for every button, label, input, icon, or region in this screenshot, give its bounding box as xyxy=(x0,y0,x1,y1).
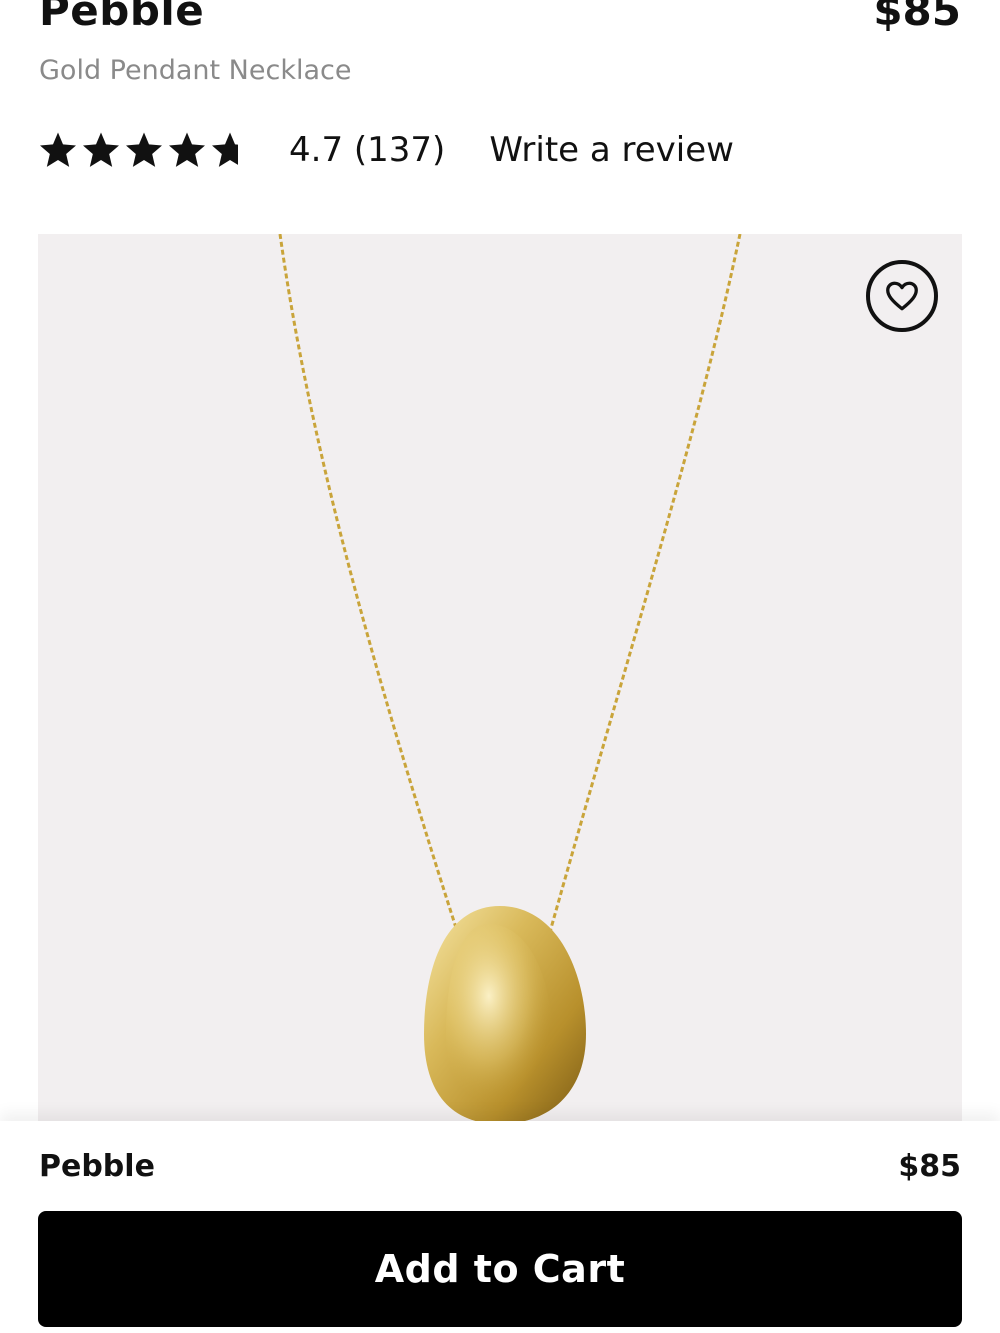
star-icon xyxy=(83,132,119,167)
pendant-necklace-image xyxy=(278,234,742,1124)
sticky-product-name: Pebble xyxy=(39,1149,155,1184)
star-icon xyxy=(169,132,205,167)
product-subtitle: Gold Pendant Necklace xyxy=(39,55,352,86)
star-icon xyxy=(212,132,238,167)
product-image[interactable] xyxy=(38,234,962,1134)
write-review-link[interactable]: Write a review xyxy=(489,130,734,170)
sticky-cart-bar: Pebble $85 Add to Cart xyxy=(0,1121,1000,1333)
product-title: Pebble xyxy=(39,0,205,35)
rating-summary[interactable]: 4.7 (137) xyxy=(289,130,445,170)
chain-right xyxy=(546,234,742,940)
star-icon xyxy=(126,132,162,167)
heart-icon xyxy=(886,281,918,311)
sticky-product-price: $85 xyxy=(898,1149,961,1184)
chain-left xyxy=(278,234,460,935)
star-icon xyxy=(40,132,76,167)
rating-row: 4.7 (137) Write a review xyxy=(38,126,734,174)
add-to-cart-button[interactable]: Add to Cart xyxy=(38,1211,962,1327)
star-rating[interactable] xyxy=(38,130,253,170)
product-page: Pebble $85 Gold Pendant Necklace 4.7 (13… xyxy=(0,0,1000,1333)
product-price: $85 xyxy=(873,0,961,35)
wishlist-button[interactable] xyxy=(866,260,938,332)
